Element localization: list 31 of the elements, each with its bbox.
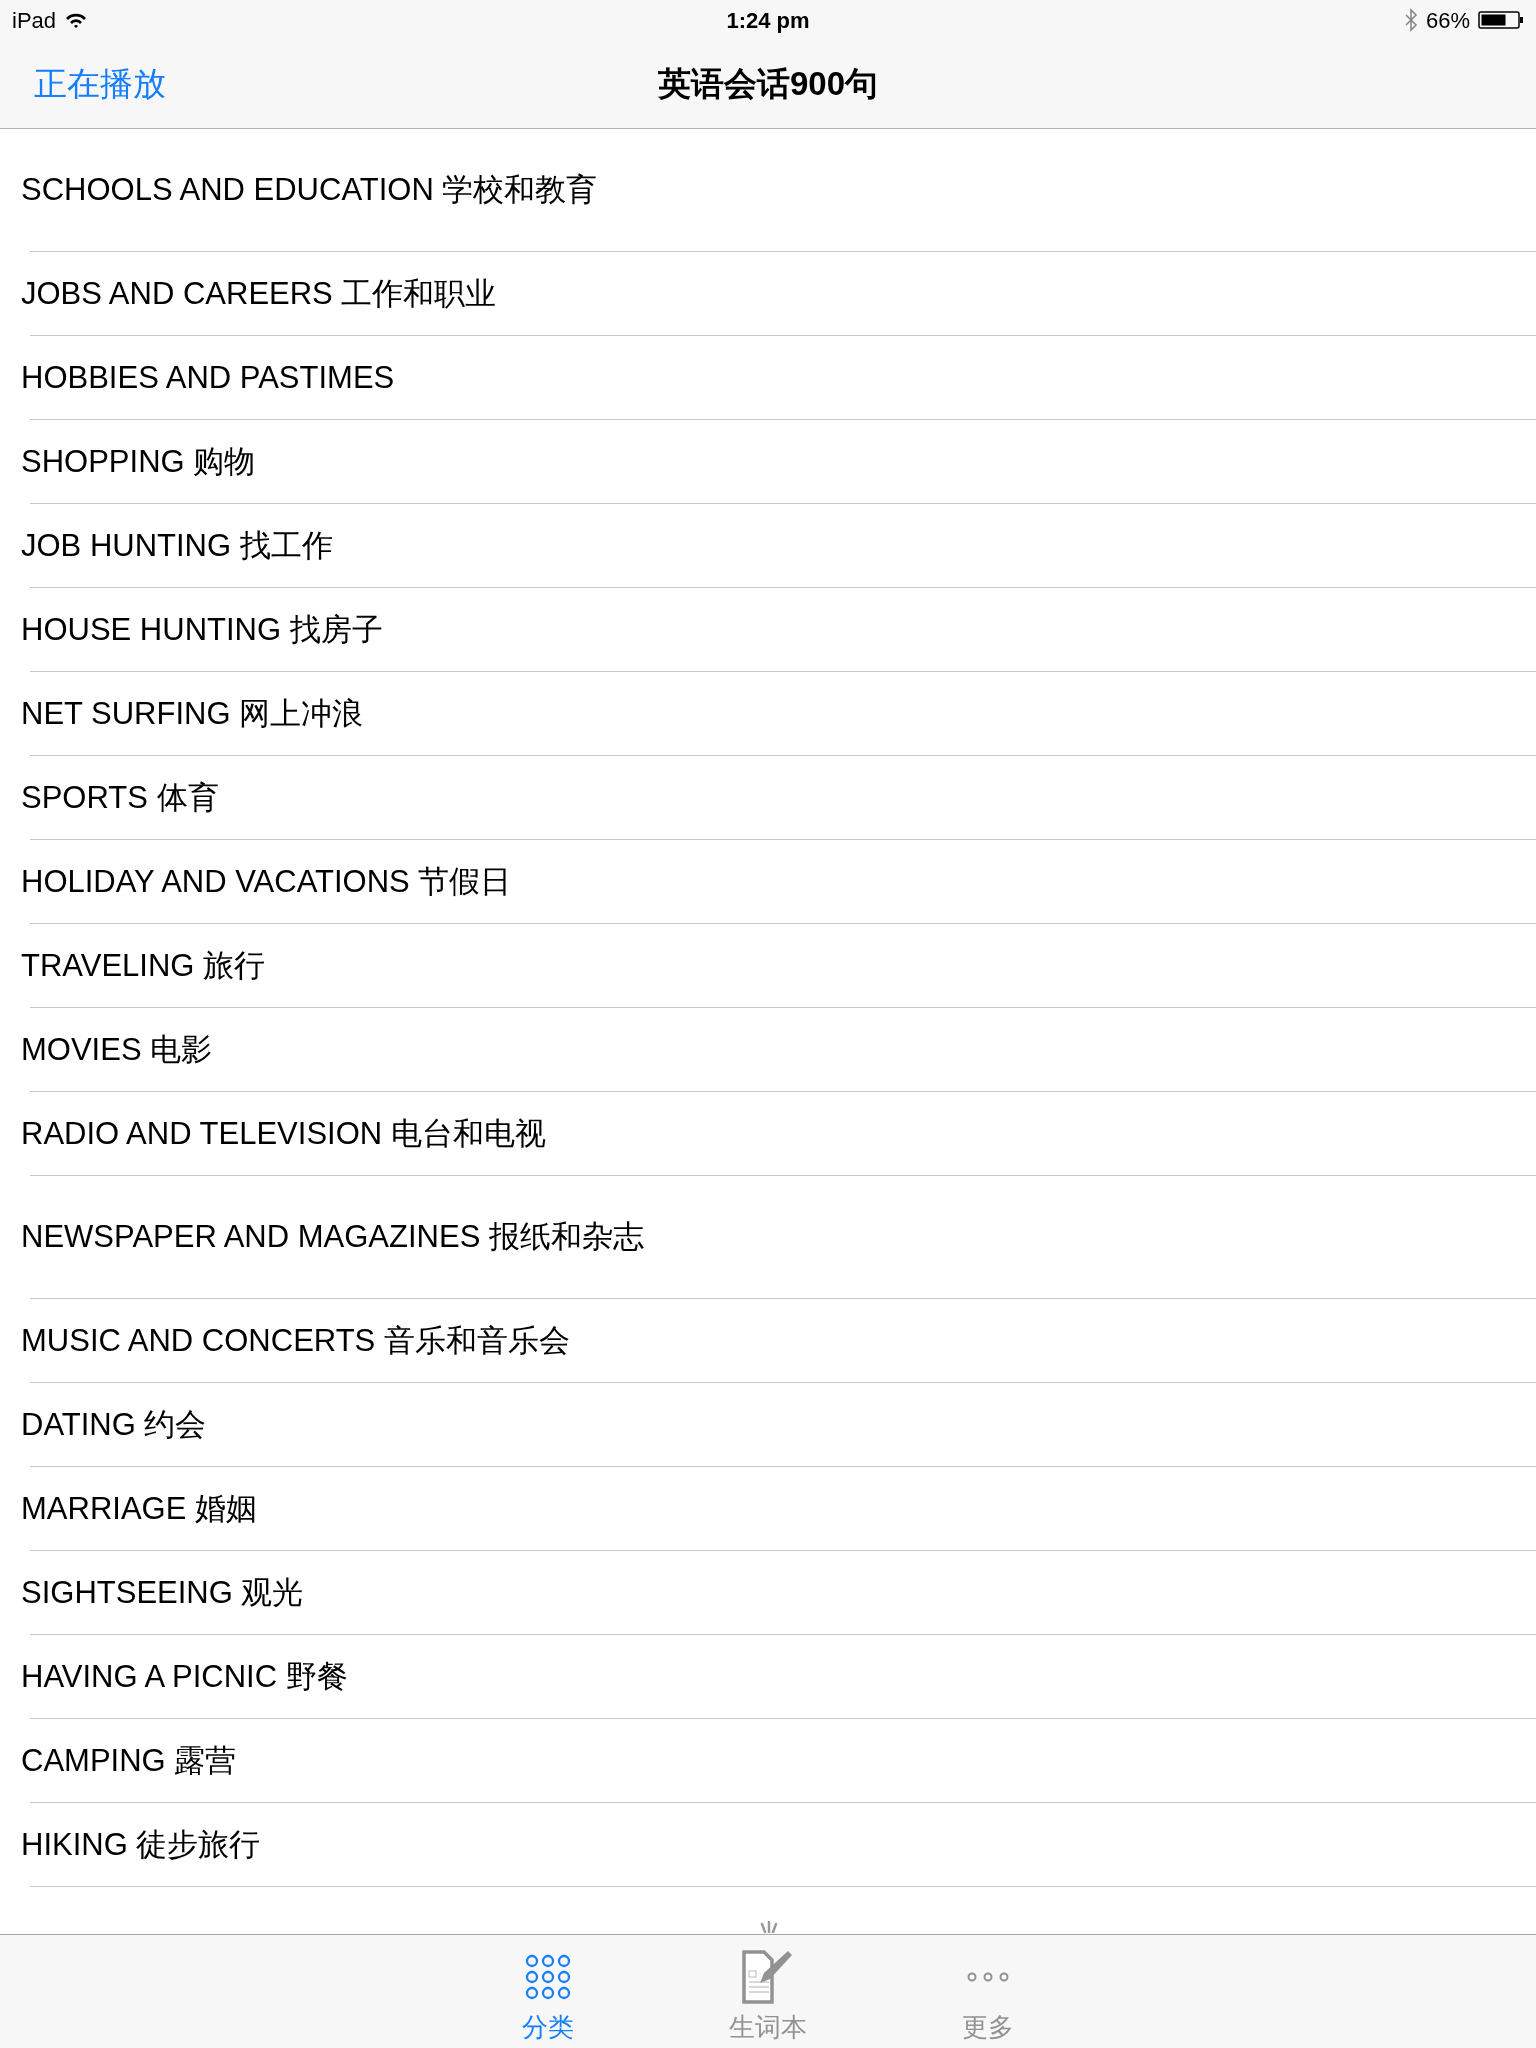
now-playing-button[interactable]: 正在播放: [34, 59, 166, 109]
topic-row[interactable]: SHOPPING 购物: [0, 420, 1536, 504]
topic-row[interactable]: HAVING A PICNIC 野餐: [0, 1635, 1536, 1719]
grid-icon: [525, 1953, 571, 2000]
battery-icon: [1478, 10, 1524, 30]
tab-item[interactable]: 分类: [468, 1935, 628, 2048]
topic-row[interactable]: MOVIES 电影: [0, 1008, 1536, 1092]
topic-row[interactable]: SCHOOLS AND EDUCATION 学校和教育: [0, 129, 1536, 252]
topic-row[interactable]: HIKING 徒步旅行: [0, 1803, 1536, 1887]
nav-title: 英语会话900句: [657, 64, 879, 105]
battery-percentage: 66%: [1425, 6, 1470, 35]
sparkle-icon: [758, 1921, 780, 1933]
topic-row[interactable]: NEWSPAPER AND MAGAZINES 报纸和杂志: [0, 1176, 1536, 1299]
wifi-icon: [64, 11, 89, 29]
topic-row[interactable]: MUSIC AND CONCERTS 音乐和音乐会: [0, 1299, 1536, 1383]
topic-row[interactable]: CAMPING 露营: [0, 1719, 1536, 1803]
topic-row[interactable]: NET SURFING 网上冲浪: [0, 672, 1536, 756]
topic-row[interactable]: SIGHTSEEING 观光: [0, 1551, 1536, 1635]
topic-row[interactable]: HOLIDAY AND VACATIONS 节假日: [0, 840, 1536, 924]
device-name: iPad: [12, 6, 57, 35]
topic-row[interactable]: MARRIAGE 婚姻: [0, 1467, 1536, 1551]
topic-row[interactable]: SPORTS 体育: [0, 756, 1536, 840]
topic-row[interactable]: JOBS AND CAREERS 工作和职业: [0, 252, 1536, 336]
topic-row[interactable]: JOB HUNTING 找工作: [0, 504, 1536, 588]
topic-row[interactable]: DATING 约会: [0, 1383, 1536, 1467]
topic-row[interactable]: HOUSE HUNTING 找房子: [0, 588, 1536, 672]
topic-row[interactable]: RADIO AND TELEVISION 电台和电视: [0, 1092, 1536, 1176]
topic-row[interactable]: TRAVELING 旅行: [0, 924, 1536, 1008]
topic-row[interactable]: HOBBIES AND PASTIMES: [0, 336, 1536, 420]
clock-time: 1:24 pm: [726, 7, 810, 33]
bluetooth-icon: [1403, 8, 1418, 32]
